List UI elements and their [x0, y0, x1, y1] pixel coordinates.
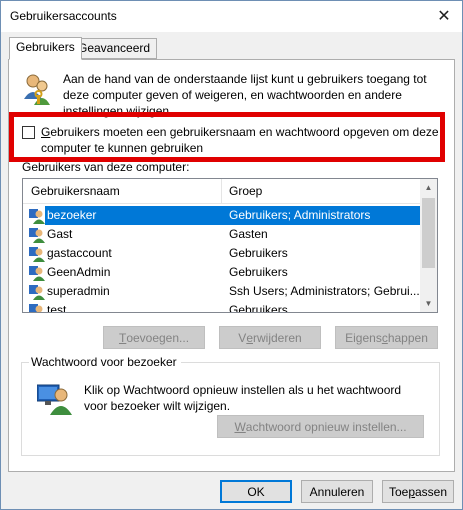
reset-password-button[interactable]: Wachtwoord opnieuw instellen...: [217, 415, 424, 438]
row-group: Ssh Users; Administrators; Gebrui...: [229, 284, 420, 298]
column-header-group[interactable]: Groep: [229, 184, 262, 198]
user-icon: [29, 303, 45, 312]
row-username: Gast: [47, 227, 73, 241]
users-icon: [22, 73, 52, 110]
table-row[interactable]: test Gebruikers: [23, 301, 421, 313]
require-login-label-mnemonic: G: [41, 125, 51, 139]
apply-button[interactable]: Toe p assen: [382, 480, 454, 503]
row-username: bezoeker: [45, 206, 221, 225]
users-list-caption: Gebruikers van deze computer:: [22, 160, 190, 174]
row-username: superadmin: [47, 284, 110, 298]
table-row[interactable]: Gast Gasten: [23, 225, 421, 244]
row-group: Gebruikers; Administrators: [221, 206, 421, 225]
ok-button[interactable]: OK: [220, 480, 292, 503]
add-user-button[interactable]: Toevoegen...: [103, 326, 205, 349]
require-login-label-text: ebruikers moeten een gebruikersnaam en w…: [41, 125, 439, 155]
close-icon[interactable]: ✕: [432, 5, 456, 27]
require-login-checkbox[interactable]: [22, 126, 35, 139]
row-username: test: [47, 303, 67, 313]
password-group-title: Wachtwoord voor bezoeker: [29, 355, 181, 369]
row-username: GeenAdmin: [47, 265, 111, 279]
row-username: gastaccount: [47, 246, 112, 260]
cancel-button[interactable]: Annuleren: [301, 480, 373, 503]
scroll-down-icon[interactable]: ▼: [420, 295, 437, 312]
column-divider[interactable]: [221, 179, 222, 204]
list-header: Gebruikersnaam Groep: [23, 179, 421, 204]
row-group: Gebruikers: [229, 303, 288, 313]
remove-user-button[interactable]: Ve rwijderen: [219, 326, 321, 349]
row-group: Gasten: [229, 227, 268, 241]
scroll-thumb[interactable]: [422, 198, 435, 268]
password-description: Klik op Wachtwoord opnieuw instellen als…: [84, 383, 402, 413]
row-group: Gebruikers: [229, 246, 288, 260]
vertical-scrollbar[interactable]: ▲ ▼: [420, 179, 437, 312]
table-row[interactable]: gastaccount Gebruikers: [23, 244, 421, 263]
title-bar: Gebruikersaccounts ✕: [1, 1, 462, 32]
tab-geavanceerd[interactable]: Geavanceerd: [71, 38, 158, 59]
scroll-up-icon[interactable]: ▲: [420, 179, 437, 196]
properties-button[interactable]: Eigens c happen: [335, 326, 438, 349]
user-password-icon: [36, 381, 73, 418]
table-row[interactable]: superadmin Ssh Users; Administrators; Ge…: [23, 282, 421, 301]
table-row[interactable]: bezoeker Gebruikers; Administrators: [23, 206, 421, 225]
tab-gebruikers[interactable]: Gebruikers: [9, 37, 82, 60]
window-title: Gebruikersaccounts: [10, 9, 117, 23]
users-list[interactable]: Gebruikersnaam Groep bezoeker Gebruikers…: [22, 178, 438, 313]
row-group: Gebruikers: [229, 265, 288, 279]
require-login-label[interactable]: Gebruikers moeten een gebruikersnaam en …: [41, 124, 441, 156]
column-header-username[interactable]: Gebruikersnaam: [31, 184, 120, 198]
table-row[interactable]: GeenAdmin Gebruikers: [23, 263, 421, 282]
